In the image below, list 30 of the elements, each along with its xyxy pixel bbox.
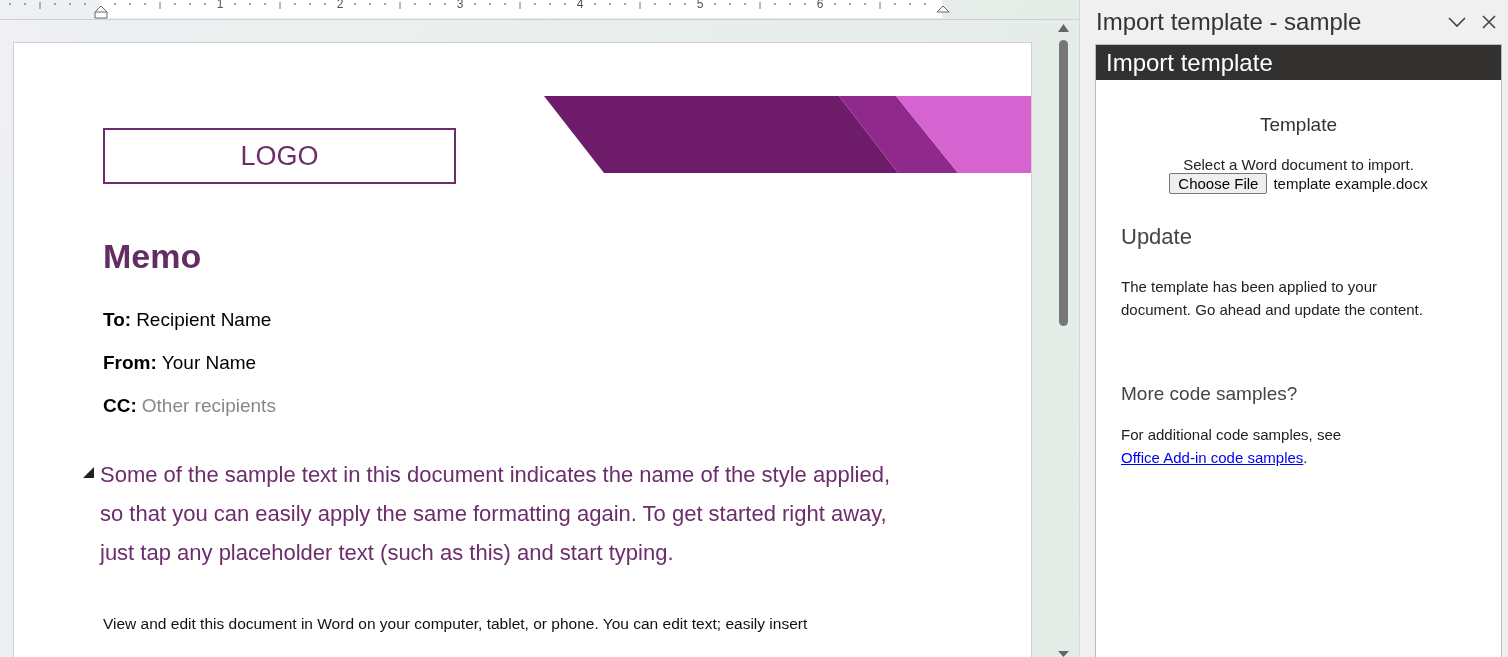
placeholder-paragraph: Some of the sample text in this document indicates the name of the style applied, so that you can easily apply the same formatting again. To get started right away, just tap any placeholder text (such as this) and start typing. xyxy=(100,461,891,567)
field-label: CC: xyxy=(103,394,137,417)
field-value: Your Name xyxy=(161,351,257,374)
ruler-number: 5 xyxy=(696,0,704,11)
section-heading: Template xyxy=(1259,114,1338,136)
scroll-down-icon[interactable] xyxy=(1058,651,1069,657)
triangle-icon[interactable] xyxy=(83,467,94,478)
ruler-number: 2 xyxy=(336,0,344,11)
scrollbar-thumb[interactable] xyxy=(1059,40,1068,326)
pane-header: Import template xyxy=(1096,45,1501,80)
logo-field[interactable]: LOGO xyxy=(103,128,456,184)
section-heading: More code samples? xyxy=(1121,383,1298,405)
field-label: From: xyxy=(103,351,157,374)
pane-title: Import template - sample xyxy=(1095,8,1363,36)
placeholder-text: Other recipients xyxy=(141,394,276,417)
body-text: View and edit this document in Word on your computer, tablet, or phone. You can edit text; easily insert xyxy=(103,615,809,633)
memo-heading: Memo xyxy=(103,236,202,277)
ruler-number: 3 xyxy=(456,0,464,11)
ruler-number: 6 xyxy=(816,0,824,11)
ruler-number: 4 xyxy=(576,0,584,11)
instruction-text: Select a Word document to import. xyxy=(1183,156,1414,173)
field-value: Recipient Name xyxy=(136,308,272,331)
choose-file-button[interactable]: Choose File xyxy=(1169,173,1268,194)
section-heading: Update xyxy=(1121,224,1192,250)
file-name: template example.docx xyxy=(1273,175,1428,192)
scroll-up-icon[interactable] xyxy=(1058,24,1069,32)
field-label: To: xyxy=(103,308,132,331)
ruler-number: 1 xyxy=(216,0,224,11)
samples-text: For additional code samples, see Office Add-in code samples. xyxy=(1121,425,1343,468)
update-text: The template has been applied to your document. Go ahead and update the content. xyxy=(1121,277,1424,320)
